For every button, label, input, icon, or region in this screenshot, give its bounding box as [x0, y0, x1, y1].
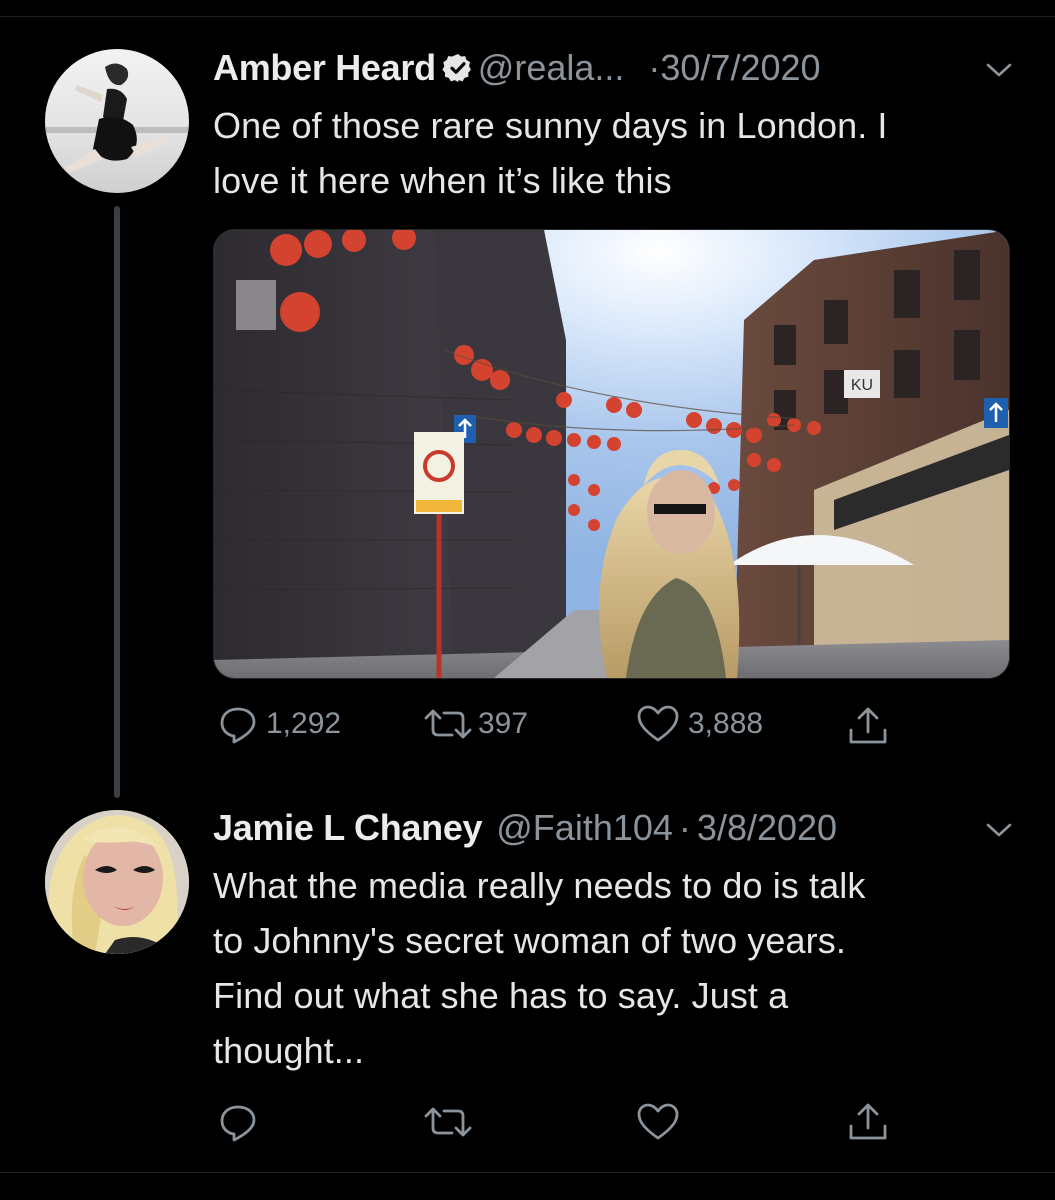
tweet2-text-line: to Johnny's secret woman of two years. — [213, 920, 846, 961]
tweet2-reply-button[interactable] — [218, 1102, 258, 1142]
tweet1-share-button[interactable] — [846, 704, 890, 748]
like-count: 3,888 — [688, 707, 764, 740]
tweet1-header: Amber Heard @reala... ·30/7/2020 — [213, 46, 821, 94]
tweet1-chevron-down-icon[interactable] — [984, 60, 1014, 85]
retweet-icon — [422, 1104, 474, 1140]
like-icon — [636, 704, 680, 744]
tweet2-date[interactable]: 3/8/2020 — [697, 807, 837, 848]
bottom-divider — [0, 1172, 1055, 1173]
tweet1-author-handle[interactable]: @reala... — [478, 47, 625, 88]
svg-text:KU: KU — [851, 377, 873, 394]
tweet1-media-photo[interactable]: KU — [213, 229, 1010, 679]
tweet1-author-name[interactable]: Amber Heard — [213, 47, 436, 88]
tweet1-text-line: love it here when it’s like this — [213, 160, 672, 201]
share-icon — [846, 1100, 890, 1144]
retweet-icon — [422, 706, 474, 742]
avatar-amber-heard[interactable] — [45, 49, 189, 193]
tweet1-like-button[interactable]: 3,888 — [636, 704, 763, 744]
tweet2-retweet-button[interactable] — [422, 1104, 474, 1140]
tweet2-like-button[interactable] — [636, 1102, 680, 1142]
tweet1-retweet-button[interactable]: 397 — [422, 706, 528, 742]
like-icon — [636, 1102, 680, 1142]
avatar-jamie-l-chaney[interactable] — [45, 810, 189, 954]
tweet2-text: What the media really needs to do is tal… — [213, 858, 865, 1078]
top-divider — [0, 16, 1055, 17]
tweet1-text-line: One of those rare sunny days in London. … — [213, 105, 888, 146]
tweet1-separator: · — [648, 47, 661, 88]
reply-icon — [218, 1102, 258, 1142]
tweet2-header: Jamie L Chaney @Faith104 · 3/8/2020 — [213, 806, 837, 850]
tweet1-date[interactable]: 30/7/2020 — [660, 47, 820, 88]
tweet2-author-name[interactable]: Jamie L Chaney — [213, 807, 483, 848]
tweet1-text: One of those rare sunny days in London. … — [213, 98, 888, 208]
verified-badge-icon — [442, 50, 474, 94]
share-icon — [846, 704, 890, 748]
reply-icon — [218, 704, 258, 744]
tweet2-author-handle[interactable]: @Faith104 — [496, 807, 673, 848]
retweet-count: 397 — [478, 707, 529, 740]
tweet2-text-line: Find out what she has to say. Just a — [213, 975, 789, 1016]
tweet2-separator: · — [678, 807, 691, 848]
tweet2-chevron-down-icon[interactable] — [984, 820, 1014, 845]
tweet2-text-line: What the media really needs to do is tal… — [213, 865, 866, 906]
tweet2-share-button[interactable] — [846, 1100, 890, 1144]
reply-count: 1,292 — [266, 707, 342, 740]
tweet2-text-line: thought... — [213, 1030, 365, 1071]
tweet1-reply-button[interactable]: 1,292 — [218, 704, 341, 744]
thread-connector-line — [114, 206, 120, 798]
